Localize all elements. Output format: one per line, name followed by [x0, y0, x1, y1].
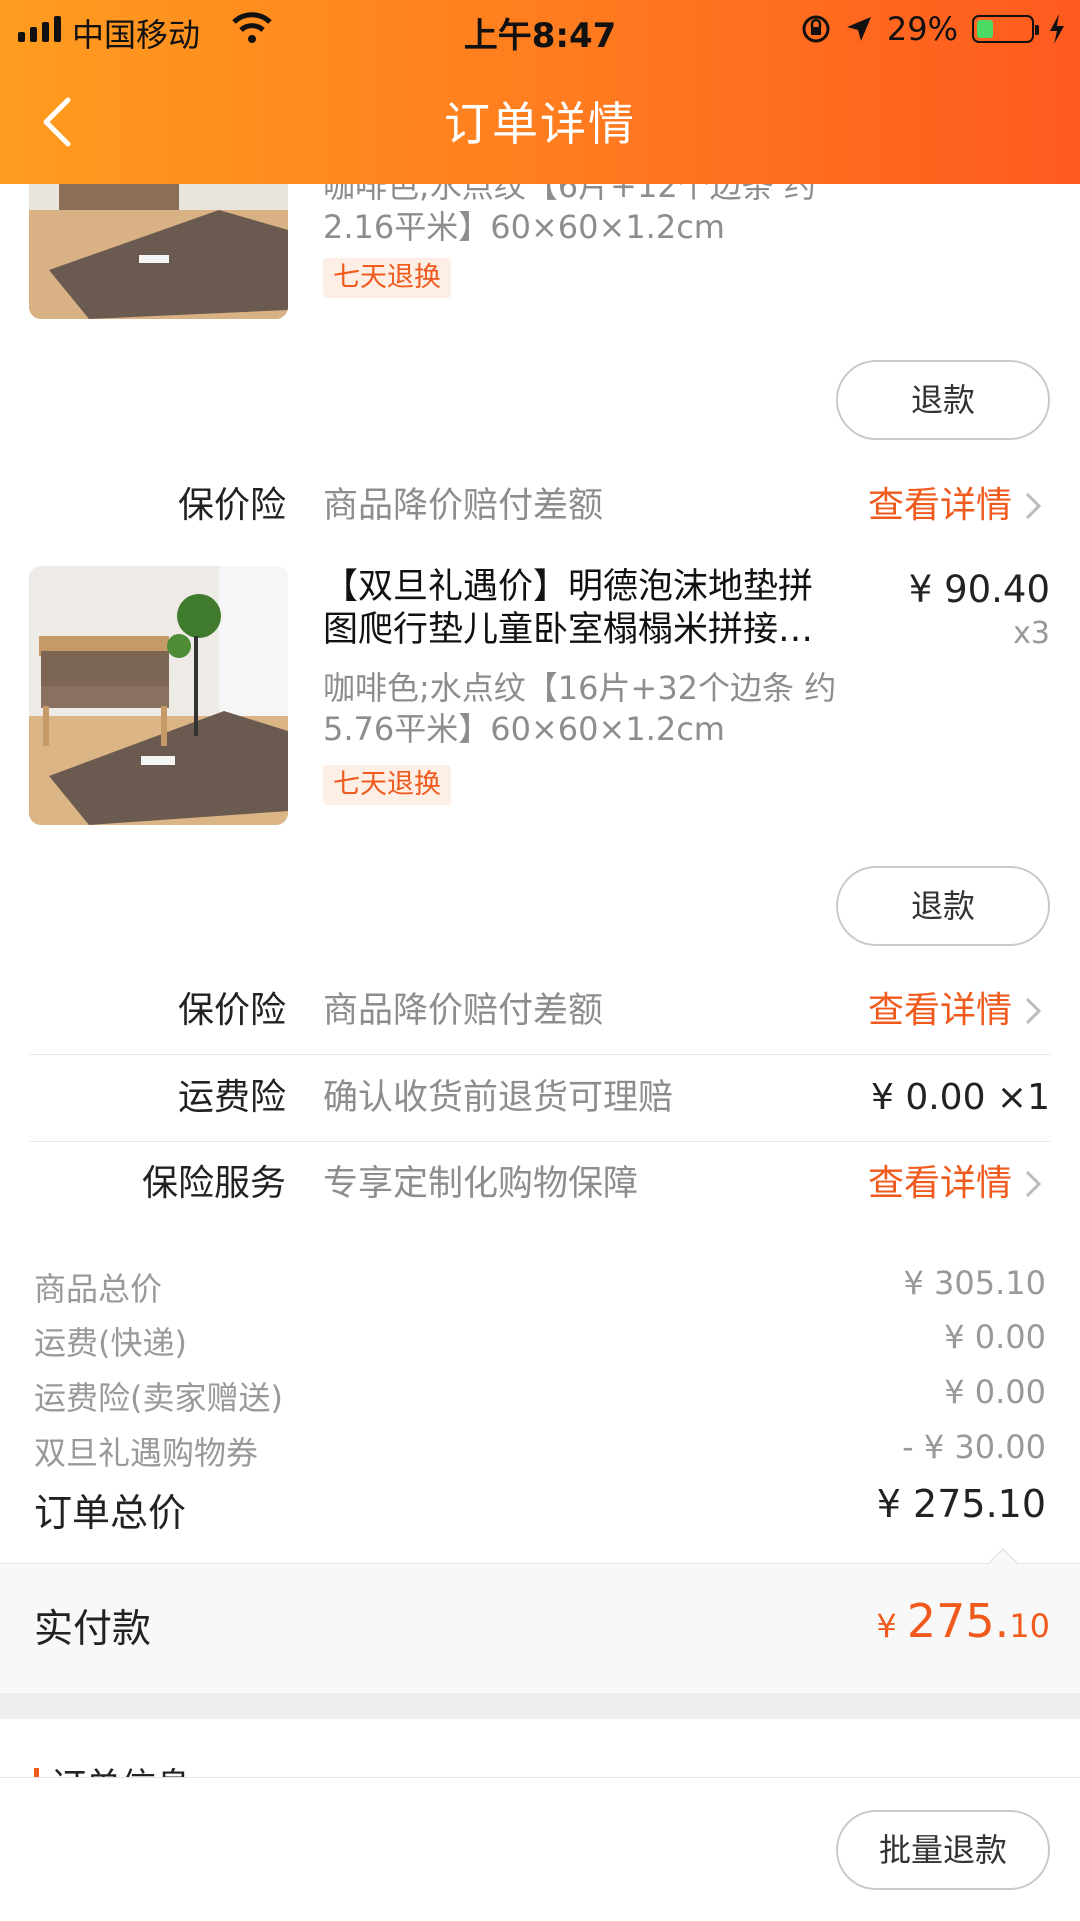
shipping-insurance-row: 运费险 确认收货前退货可理赔 ¥ 0.00 ×1 — [0, 1055, 1080, 1141]
orientation-lock-icon — [802, 15, 830, 43]
paid-amount-box: 实付款 ¥ 275.10 — [0, 1548, 1080, 1693]
batch-refund-button[interactable]: 批量退款 — [836, 1810, 1050, 1890]
battery-icon — [972, 15, 1039, 43]
refund-button[interactable]: 退款 — [836, 360, 1050, 440]
bottom-action-bar: 批量退款 — [0, 1777, 1080, 1921]
view-details-link[interactable]: 查看详情 — [868, 1141, 1042, 1227]
insurance-service-row: 保险服务 专享定制化购物保障 查看详情 — [0, 1141, 1080, 1227]
header: 中国移动 上午8:47 29% 订单详情 — [0, 0, 1080, 184]
item-2-sku: 咖啡色;水点纹【16片+32个边条 约 5.76平米】60×60×1.2cm — [323, 669, 837, 748]
price-protect-row: 保价险 商品降价赔付差额 查看详情 — [0, 968, 1080, 1054]
battery-percent: 29% — [886, 10, 958, 48]
order-info-header: 订单信息 — [34, 1758, 191, 1777]
refund-button[interactable]: 退款 — [836, 866, 1050, 946]
item-2-title[interactable]: 【双旦礼遇价】明德泡沫地垫拼 图爬行垫儿童卧室榻榻米拼接… — [323, 566, 863, 652]
charging-icon — [1050, 14, 1064, 44]
chevron-right-icon — [1025, 1170, 1042, 1198]
section-accent-bar — [34, 1768, 39, 1777]
location-icon — [846, 17, 871, 41]
view-details-link[interactable]: 查看详情 — [868, 968, 1042, 1054]
item-2-qty: x3 — [1013, 616, 1050, 651]
chevron-right-icon — [1025, 492, 1042, 520]
product-image[interactable] — [29, 566, 288, 825]
shipping-insurance-value: ¥ 0.00 ×1 — [870, 1077, 1050, 1118]
paid-label: 实付款 — [34, 1607, 152, 1652]
section-gap — [0, 1693, 1080, 1719]
page-title: 订单详情 — [444, 97, 636, 151]
item-2-price: ¥ 90.40 — [908, 568, 1050, 611]
status-bar: 中国移动 上午8:47 29% — [0, 0, 1080, 60]
view-details-link[interactable]: 查看详情 — [868, 463, 1042, 549]
paid-value: ¥ 275.10 — [876, 1594, 1050, 1648]
caret-up-icon — [988, 1548, 1018, 1564]
status-right: 29% — [801, 10, 1066, 48]
seven-day-return-tag: 七天退换 — [323, 258, 451, 298]
seven-day-return-tag: 七天退换 — [323, 765, 451, 805]
price-protect-row: 保价险 商品降价赔付差额 查看详情 — [0, 463, 1080, 549]
chevron-right-icon — [1025, 997, 1042, 1025]
